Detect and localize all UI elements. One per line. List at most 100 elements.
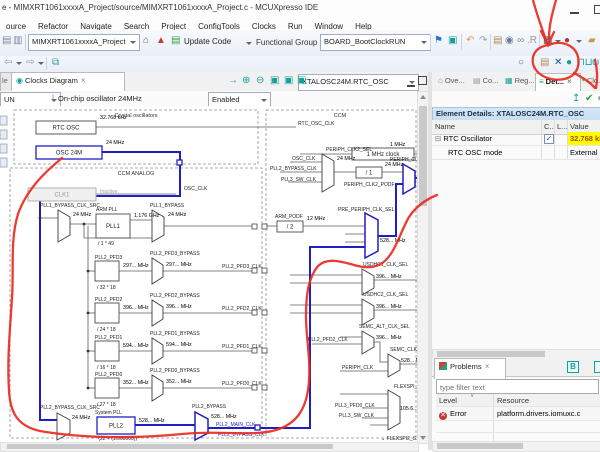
vscrollbar-thumb[interactable] [419,106,427,206]
view-tab-icon: ⌂ [438,76,443,85]
grid-line [554,120,555,160]
clock-diagram-canvas[interactable] [0,106,430,442]
forward-icon[interactable]: ⇨ [26,57,34,69]
close-icon[interactable]: × [81,76,86,85]
run-icon[interactable]: ◉ [505,35,514,47]
separator-glyph: | [52,93,54,102]
pins-icon[interactable]: ψ [592,57,599,69]
save-all-icon[interactable]: ▥ [13,35,22,47]
view-tab-label: Det... [546,77,564,86]
chevron-down-icon[interactable] [576,40,582,43]
chevron-down-icon[interactable] [555,40,561,43]
title-bar: e - MIMXRT1061xxxxA_Project/source/MIMXR… [0,0,600,17]
update-code-button[interactable]: Update Code [170,34,254,51]
mcuxpresso-ide-window: { "window": { "title": "e - MIMXRT1061xx… [0,0,600,450]
functional-group-combo[interactable]: BOARD_BootClockRUN [320,34,431,51]
diagram-hscrollbar[interactable] [0,442,419,452]
close-icon[interactable]: × [567,77,572,86]
row-name: RTC OSC mode [448,148,502,157]
save-icon[interactable]: ▤ [2,35,11,47]
view-tab-co[interactable]: ▤Co... [470,73,504,93]
tab-problems[interactable]: Problems× [434,358,506,379]
search-icon[interactable]: ○ [518,57,524,69]
workspace-icon[interactable]: ▰ [588,35,596,47]
problems-icon [439,362,447,370]
full-view-icon[interactable]: ▣ [297,75,306,86]
config-tools-x-icon[interactable]: ✕ [554,57,562,69]
maximize-button[interactable] [594,5,600,14]
rtc-oscillator-checkbox[interactable]: ✓ [544,134,554,144]
toolbar-separator [490,34,491,50]
split-view-icon[interactable]: ▣ [284,75,293,86]
tab-strip: le ◉Clocks Diagram× XTALOSC24M.RTC_OSC →… [0,72,600,92]
chevron-down-icon [130,41,136,44]
hscrollbar-thumb[interactable] [437,351,545,357]
details-row-rtc-osc-mode[interactable]: RTC OSC mode [432,146,556,160]
import-config-icon[interactable]: ↥ [572,93,580,104]
back-icon[interactable]: ⇦ [4,57,12,69]
clocks-waveform-icon[interactable]: ⊓⊔ [577,57,593,69]
toolbar-separator [539,34,540,50]
rtc-osc-mode-value[interactable]: External cr [567,146,600,160]
chevron-down-icon[interactable] [16,62,22,65]
home-icon[interactable]: ⌂ [143,35,149,47]
scroll-up-icon[interactable] [420,95,426,99]
link-icon[interactable]: ∞ [517,35,524,47]
validate-ok-icon[interactable]: ✔ [585,93,593,104]
clipboard-icon[interactable]: ▤ [493,35,502,47]
element-select-combo[interactable]: XTALOSC24M.RTC_OSC [298,74,419,91]
undo-icon[interactable]: ↶ [466,35,474,47]
secondary-toolbar: ⇦ ⇨ ⧉ ○ ▤ ✕ ● ⊓⊔ψ [0,56,600,73]
view-tab-clo[interactable]: ◔Clo... [577,73,600,93]
refactor-icon[interactable]: .R [527,35,537,47]
debug-orb-icon[interactable]: ● [564,35,570,47]
redo-icon[interactable]: ↷ [479,35,487,47]
update-code-label: Update Code [184,37,231,46]
zoom-in-icon[interactable]: ⊕ [242,75,250,86]
problems-row-resource[interactable]: platform.drivers.iomuxc.c [494,407,600,421]
details-toolbar: ↥✔◐ [432,92,600,107]
pin-tool-icon[interactable]: ▦ [543,35,552,47]
new-editor-icon[interactable]: ⧉ [52,57,59,69]
toolbar-separator [461,34,462,50]
view-tab-icon: ▤ [473,76,481,85]
problems-row-error[interactable]: ✕Error [436,407,496,421]
chevron-down-icon [246,42,252,45]
hscrollbar-thumb[interactable] [437,443,523,449]
chevron-down-icon[interactable] [38,62,44,65]
expand-icon[interactable]: ⊟ [435,134,441,143]
menu-bar: ourceRefactorNavigateSearchProjectConfig… [0,16,600,30]
view-tab-ove[interactable]: ⌂Ove... [435,73,474,93]
element-combo-value: XTALOSC24M.RTC_OSC [302,77,389,86]
tab-label: Problems [450,362,482,371]
hscrollbar-thumb[interactable] [7,444,333,449]
partial-icon[interactable] [594,361,600,373]
rtc-frequency-value[interactable]: 32.768 kHz [567,132,600,146]
monitor-icon[interactable]: ▣ [448,35,457,47]
check-icon: ✓ [546,134,553,143]
close-icon[interactable]: × [485,362,490,371]
filter-b-icon[interactable]: B [567,361,579,373]
maximize-view-icon[interactable] [418,76,427,85]
osc-24mhz-label: On-chip oscillator 24MHz [58,94,142,103]
details-row-rtc-oscillator[interactable]: ⊟ RTC Oscillator [432,132,543,146]
zoom-out-icon[interactable]: ⊖ [256,75,264,86]
go-to-icon[interactable]: → [228,75,238,86]
update-code-doc-icon[interactable]: ▤ [171,35,180,47]
peripherals-icon[interactable]: ● [566,57,572,69]
toolbar-separator [430,34,431,50]
clock-config-value: UN [4,95,15,104]
fit-screen-icon[interactable]: ▣ [270,75,279,86]
problems-filter-input[interactable] [436,379,599,394]
project-combo[interactable]: MIMXRT1061xxxxA_Project [28,34,140,51]
alert-icon[interactable]: ▲ [156,35,166,47]
view-tab-reg[interactable]: ▦Reg... [502,73,539,93]
task-list-icon[interactable]: ▤ [540,57,549,69]
problems-hscrollbar[interactable] [432,441,600,452]
minimize-view-icon[interactable] [407,80,415,87]
flag-icon[interactable]: ⚑ [434,35,443,47]
scroll-down-icon[interactable] [420,436,426,440]
tab-label: le [2,76,8,85]
minimize-button[interactable] [570,5,579,14]
main-toolbar: MIMXRT1061xxxxA_Project Update Code Func… [0,30,600,57]
